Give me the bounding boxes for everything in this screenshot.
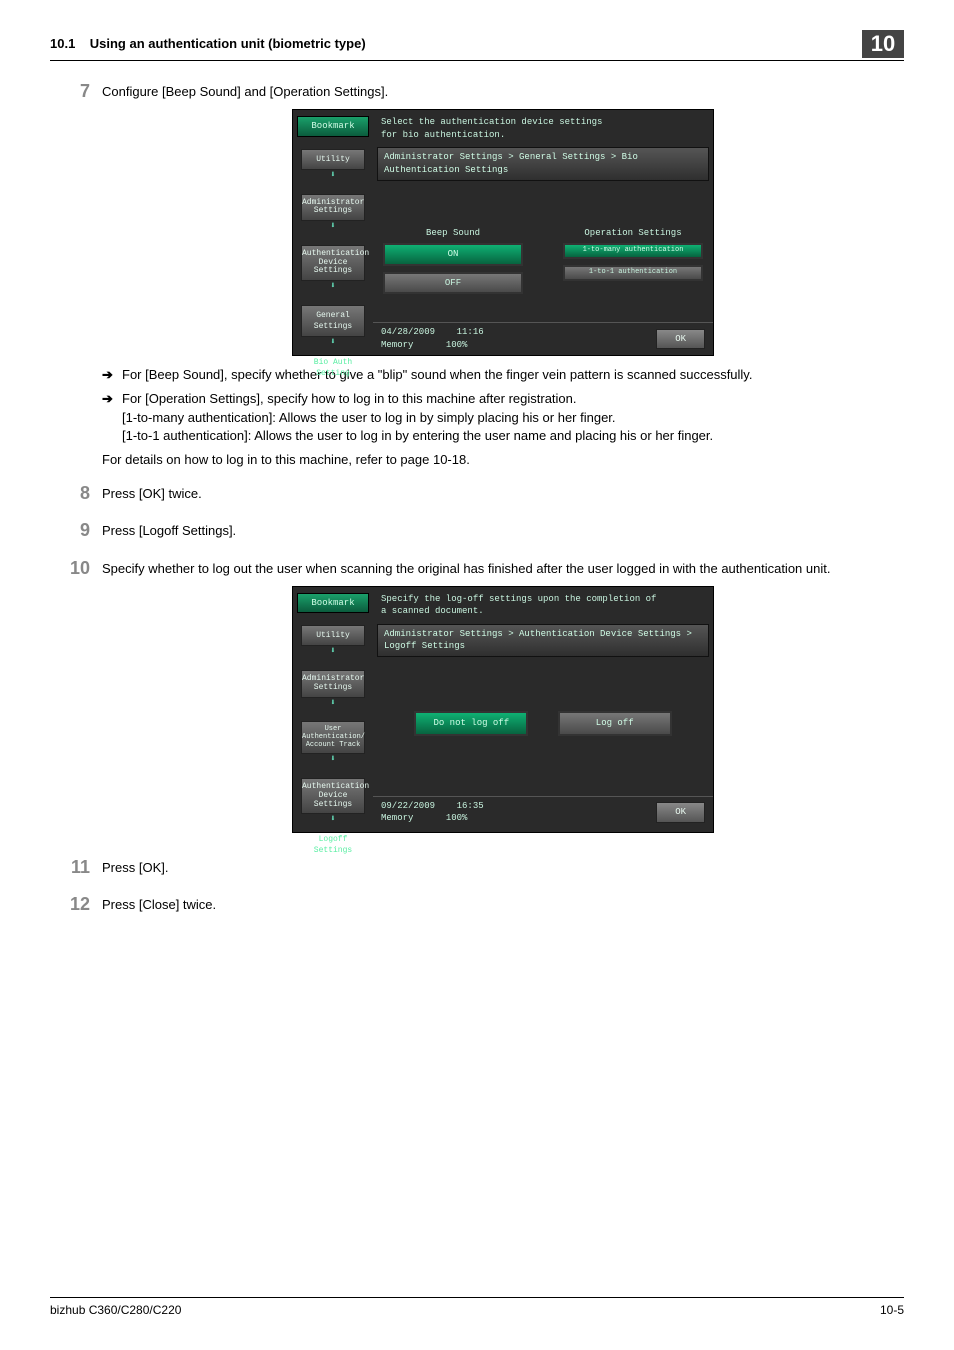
nav-admin-settings[interactable]: Administrator Settings [301, 194, 365, 222]
step-text: Press [Logoff Settings]. [102, 518, 904, 543]
nav-user-track[interactable]: User Authentication/ Account Track [301, 721, 365, 754]
arrow-icon: ➔ [102, 390, 122, 445]
step-text: Press [OK] twice. [102, 481, 904, 506]
sub-bullet-detail: [1-to-many authentication]: Allows the u… [122, 409, 904, 427]
step-tail: For details on how to log in to this mac… [102, 451, 904, 469]
panel-instruction: Specify the log-off settings upon the co… [381, 593, 705, 606]
nav-admin-settings[interactable]: Administrator Settings [301, 670, 365, 698]
nav-bio-auth[interactable]: Bio Auth Setting [301, 353, 365, 383]
step-number: 9 [50, 518, 102, 543]
page-footer: bizhub C360/C280/C220 10-5 [50, 1297, 904, 1319]
footer-memory-label: Memory [381, 340, 413, 350]
chevron-down-icon: ⬇ [293, 336, 373, 349]
step-7: 7 Configure [Beep Sound] and [Operation … [50, 79, 904, 469]
chevron-down-icon: ⬇ [293, 280, 373, 293]
bookmark-tab[interactable]: Bookmark [297, 116, 369, 137]
panel-instruction: for bio authentication. [381, 129, 705, 142]
ok-button[interactable]: OK [656, 802, 705, 823]
page-header: 10.1 Using an authentication unit (biome… [50, 30, 904, 61]
step-9: 9 Press [Logoff Settings]. [50, 518, 904, 543]
chevron-down-icon: ⬇ [293, 169, 373, 182]
breadcrumb: Administrator Settings > Authentication … [377, 624, 709, 657]
step-number: 12 [50, 892, 102, 917]
chapter-badge: 10 [862, 30, 904, 58]
footer-date: 04/28/2009 [381, 327, 435, 337]
ok-button[interactable]: OK [656, 329, 705, 350]
do-not-log-off-button[interactable]: Do not log off [414, 711, 528, 736]
nav-general-settings[interactable]: General Settings [301, 305, 365, 337]
panel-instruction: a scanned document. [381, 605, 705, 618]
sub-bullet: For [Beep Sound], specify whether to giv… [122, 366, 904, 384]
sub-bullet-detail: [1-to-1 authentication]: Allows the user… [122, 427, 904, 445]
nav-utility[interactable]: Utility [301, 625, 365, 646]
footer-model: bizhub C360/C280/C220 [50, 1302, 181, 1319]
col-label-beep: Beep Sound [383, 227, 523, 240]
step-number: 8 [50, 481, 102, 506]
screenshot-bio-auth: Bookmark Utility ⬇ Administrator Setting… [292, 109, 714, 356]
step-12: 12 Press [Close] twice. [50, 892, 904, 917]
step-8: 8 Press [OK] twice. [50, 481, 904, 506]
nav-logoff-settings[interactable]: Logoff Settings [301, 830, 365, 860]
footer-time: 16:35 [457, 801, 484, 811]
footer-memory-pct: 100% [446, 340, 468, 350]
nav-auth-device[interactable]: Authentication Device Settings [301, 778, 365, 814]
step-10: 10 Specify whether to log out the user w… [50, 556, 904, 843]
bookmark-tab[interactable]: Bookmark [297, 593, 369, 614]
log-off-button[interactable]: Log off [558, 711, 672, 736]
screenshot-logoff: Bookmark Utility ⬇ Administrator Setting… [292, 586, 714, 833]
chevron-down-icon: ⬇ [293, 813, 373, 826]
beep-on-button[interactable]: ON [383, 243, 523, 266]
chevron-down-icon: ⬇ [293, 753, 373, 766]
section-heading: 10.1 Using an authentication unit (biome… [50, 35, 862, 53]
step-11: 11 Press [OK]. [50, 855, 904, 880]
step-number: 11 [50, 855, 102, 880]
step-number: 7 [50, 79, 102, 469]
step-text: Specify whether to log out the user when… [102, 560, 904, 578]
section-title: Using an authentication unit (biometric … [90, 36, 366, 51]
footer-page-number: 10-5 [880, 1302, 904, 1319]
breadcrumb: Administrator Settings > General Setting… [377, 147, 709, 180]
step-text: Press [OK]. [102, 855, 904, 880]
nav-auth-device[interactable]: Authentication Device Settings [301, 245, 365, 281]
footer-time: 11:16 [457, 327, 484, 337]
nav-utility[interactable]: Utility [301, 149, 365, 170]
arrow-icon: ➔ [102, 366, 122, 384]
chevron-down-icon: ⬇ [293, 697, 373, 710]
beep-off-button[interactable]: OFF [383, 272, 523, 295]
footer-memory-label: Memory [381, 813, 413, 823]
footer-memory-pct: 100% [446, 813, 468, 823]
sub-bullet: For [Operation Settings], specify how to… [122, 390, 904, 408]
chevron-down-icon: ⬇ [293, 220, 373, 233]
step-text: Press [Close] twice. [102, 892, 904, 917]
op-1-to-many-button[interactable]: 1-to-many authentication [563, 243, 703, 259]
op-1-to-1-button[interactable]: 1-to-1 authentication [563, 265, 703, 281]
chevron-down-icon: ⬇ [293, 645, 373, 658]
section-number: 10.1 [50, 36, 75, 51]
step-number: 10 [50, 556, 102, 843]
panel-instruction: Select the authentication device setting… [381, 116, 705, 129]
col-label-op: Operation Settings [563, 227, 703, 240]
step-text: Configure [Beep Sound] and [Operation Se… [102, 83, 904, 101]
footer-date: 09/22/2009 [381, 801, 435, 811]
